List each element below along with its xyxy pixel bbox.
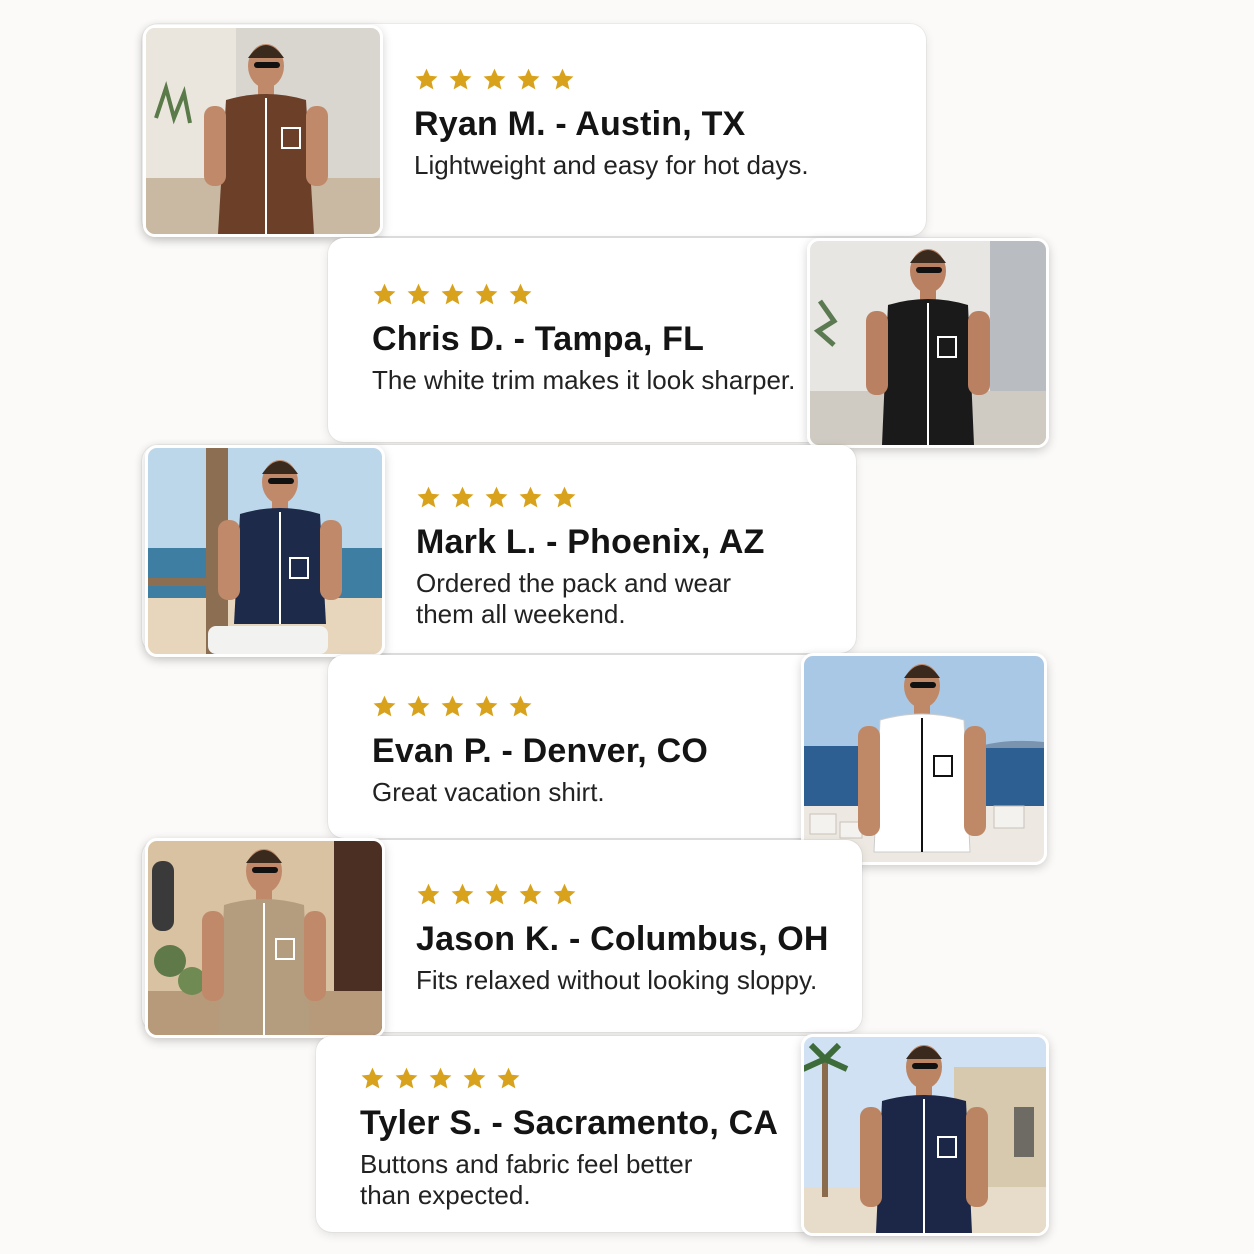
- star-icon: [407, 283, 430, 304]
- star-icon: [451, 883, 474, 904]
- star-icon: [475, 695, 498, 716]
- star-rating: [360, 1065, 778, 1091]
- star-icon: [441, 695, 464, 716]
- review-text: The white trim makes it look sharper.: [372, 365, 796, 395]
- review-content-4: Evan P. - Denver, CO Great vacation shir…: [372, 693, 708, 808]
- star-icon: [441, 283, 464, 304]
- reviewer-name: Mark L. - Phoenix, AZ: [416, 523, 765, 561]
- review-photo-1: [143, 25, 383, 237]
- star-rating: [416, 484, 765, 510]
- star-icon: [395, 1067, 418, 1088]
- reviewer-name: Jason K. - Columbus, OH: [416, 920, 829, 958]
- review-photo-3: [145, 445, 385, 657]
- star-rating: [416, 881, 829, 907]
- review-photo-5: [145, 838, 385, 1038]
- review-photo-2: [807, 238, 1049, 448]
- star-icon: [463, 1067, 486, 1088]
- star-icon: [417, 486, 440, 507]
- star-icon: [519, 486, 542, 507]
- review-content-2: Chris D. - Tampa, FL The white trim make…: [372, 281, 795, 396]
- review-text: Lightweight and easy for hot days.: [414, 150, 809, 180]
- star-icon: [429, 1067, 452, 1088]
- review-content-5: Jason K. - Columbus, OH Fits relaxed wit…: [416, 881, 829, 996]
- star-icon: [415, 68, 438, 89]
- reviewer-name: Chris D. - Tampa, FL: [372, 320, 705, 358]
- star-icon: [417, 883, 440, 904]
- star-icon: [407, 695, 430, 716]
- star-icon: [517, 68, 540, 89]
- star-icon: [553, 486, 576, 507]
- star-icon: [373, 695, 396, 716]
- review-photo-4: [801, 653, 1047, 865]
- star-icon: [449, 68, 472, 89]
- reviewer-name: Evan P. - Denver, CO: [372, 732, 708, 770]
- star-icon: [519, 883, 542, 904]
- star-icon: [509, 695, 532, 716]
- star-icon: [509, 283, 532, 304]
- review-content-6: Tyler S. - Sacramento, CA Buttons and fa…: [360, 1065, 778, 1211]
- review-text: Ordered the pack and wear them all weeke…: [416, 568, 732, 629]
- review-content-1: Ryan M. - Austin, TX Lightweight and eas…: [414, 66, 809, 181]
- star-icon: [361, 1067, 384, 1088]
- reviewer-name: Tyler S. - Sacramento, CA: [360, 1104, 779, 1142]
- star-icon: [485, 883, 508, 904]
- review-text: Fits relaxed without looking sloppy.: [416, 965, 818, 995]
- star-icon: [497, 1067, 520, 1088]
- star-icon: [485, 486, 508, 507]
- review-content-3: Mark L. - Phoenix, AZ Ordered the pack a…: [416, 484, 765, 630]
- review-text: Great vacation shirt.: [372, 777, 605, 807]
- review-photo-6: [801, 1034, 1049, 1236]
- star-icon: [451, 486, 474, 507]
- star-icon: [551, 68, 574, 89]
- star-rating: [372, 281, 795, 307]
- star-icon: [475, 283, 498, 304]
- star-rating: [372, 693, 708, 719]
- review-text: Buttons and fabric feel better than expe…: [360, 1149, 693, 1210]
- reviewer-name: Ryan M. - Austin, TX: [414, 105, 746, 143]
- star-icon: [373, 283, 396, 304]
- star-icon: [553, 883, 576, 904]
- star-rating: [414, 66, 809, 92]
- star-icon: [483, 68, 506, 89]
